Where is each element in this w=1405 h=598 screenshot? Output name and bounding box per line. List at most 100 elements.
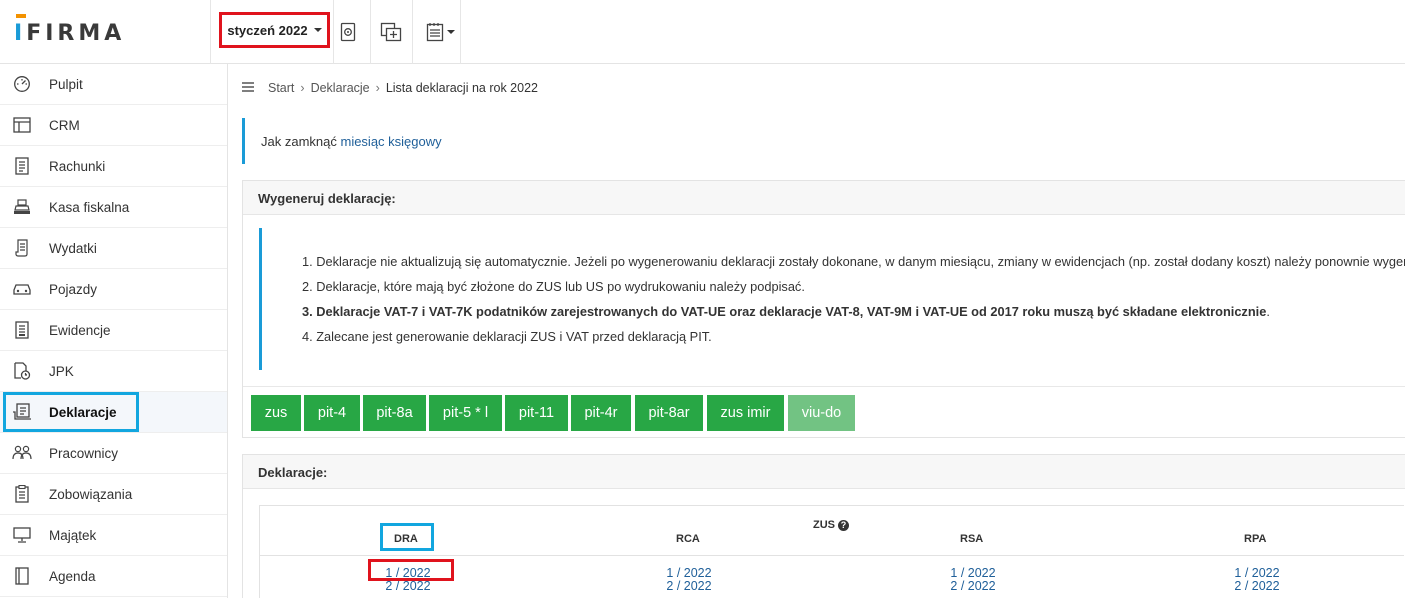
report-dropdown-icon[interactable] (420, 14, 460, 50)
sidebar-item-pulpit[interactable]: Pulpit (0, 64, 227, 105)
logo-mark: I (14, 13, 27, 46)
note-item: 4. Zalecane jest generowanie deklaracji … (302, 329, 712, 344)
app-window: I FIRMA styczeń 2022 Pulpit CRM Rachunki… (0, 0, 1405, 598)
table-divider (260, 555, 1404, 556)
expenses-icon (12, 239, 32, 257)
sidebar-item-label: Pojazdy (49, 282, 98, 297)
note-item: 3. Deklaracje VAT-7 i VAT-7K podatników … (302, 303, 1405, 328)
generate-notes: 1. Deklaracje nie aktualizują się automa… (259, 228, 1405, 370)
chevron-down-icon (313, 28, 322, 32)
info-text-prefix: Jak zamknąć (261, 134, 341, 149)
chevron-right-icon: › (300, 81, 305, 95)
breadcrumb-deklaracje[interactable]: Deklaracje (311, 81, 370, 95)
info-alert: Jak zamknąć miesiąc księgowy (242, 118, 1405, 164)
crm-icon (12, 116, 32, 134)
pit-5-button[interactable]: pit-5 * l (429, 395, 502, 431)
sidebar-item-label: Agenda (49, 569, 96, 584)
viu-do-button[interactable]: viu-do (788, 395, 855, 431)
dashboard-icon (12, 75, 32, 93)
topbar-divider (210, 0, 211, 64)
sidebar-item-rachunki[interactable]: Rachunki (0, 146, 227, 187)
generate-panel: Wygeneruj deklarację: 1. Deklaracje nie … (242, 180, 1405, 438)
sidebar-item-wydatki[interactable]: Wydatki (0, 228, 227, 269)
breadcrumb-current: Lista deklaracji na rok 2022 (385, 81, 538, 95)
records-icon (12, 321, 32, 339)
zus-imir-button[interactable]: zus imir (707, 395, 784, 431)
rsa-2-2022-link[interactable]: 2 / 2022 (913, 579, 1033, 593)
car-icon (12, 280, 32, 298)
breadcrumb-start[interactable]: Start (268, 81, 294, 95)
column-header-rsa: RSA (960, 533, 984, 545)
topbar-divider (412, 0, 413, 64)
sidebar-item-label: Pulpit (49, 77, 83, 92)
sidebar-item-label: CRM (49, 118, 80, 133)
agenda-icon (12, 567, 32, 585)
active-item-highlight (3, 392, 139, 432)
dra-2-2022-link[interactable]: 2 / 2022 (348, 579, 468, 593)
declarations-panel: Deklaracje: ZUS ? DRA RCA RSA RPA 1 / 20… (242, 454, 1405, 598)
top-bar: I FIRMA styczeń 2022 (0, 0, 1405, 64)
pit-4r-button[interactable]: pit-4r (571, 395, 631, 431)
declarations-table: ZUS ? DRA RCA RSA RPA 1 / 2022 1 / 2022 … (259, 505, 1404, 598)
sidebar-item-agenda[interactable]: Agenda (0, 556, 227, 597)
generate-panel-title: Wygeneruj deklarację: (258, 191, 396, 206)
sidebar-item-label: Kasa fiskalna (49, 200, 130, 215)
logo-text: FIRMA (26, 20, 126, 46)
rca-2-2022-link[interactable]: 2 / 2022 (629, 579, 749, 593)
pit-8ar-button[interactable]: pit-8ar (635, 395, 703, 431)
note-item-bold: 3. Deklaracje VAT-7 i VAT-7K podatników … (302, 304, 1267, 319)
sidebar-item-pojazdy[interactable]: Pojazdy (0, 269, 227, 310)
sidebar: Pulpit CRM Rachunki Kasa fiskalna Wydatk… (0, 64, 228, 598)
month-selector-button[interactable]: styczeń 2022 (219, 12, 330, 48)
sidebar-item-label: Ewidencje (49, 323, 111, 338)
dra-1-2022-highlight (368, 559, 454, 581)
zus-group-label: ZUS (813, 519, 835, 531)
add-copy-icon[interactable] (373, 14, 409, 50)
sidebar-item-label: Wydatki (49, 241, 97, 256)
sidebar-item-majatek[interactable]: Majątek (0, 515, 227, 556)
pit-11-button[interactable]: pit-11 (505, 395, 568, 431)
sidebar-item-label: Majątek (49, 528, 97, 543)
rca-1-2022-link[interactable]: 1 / 2022 (629, 566, 749, 580)
menu-toggle-icon[interactable] (242, 81, 254, 95)
note-item-suffix: . (1266, 304, 1270, 319)
info-text: Jak zamknąć miesiąc księgowy (261, 134, 442, 149)
dra-header-highlight (380, 523, 434, 551)
note-item: 2. Deklaracje, które mają być złożone do… (302, 279, 805, 294)
sidebar-item-label: Rachunki (49, 159, 106, 174)
zus-button[interactable]: zus (251, 395, 301, 431)
declaration-buttons: zus pit-4 pit-8a pit-5 * l pit-11 pit-4r… (243, 386, 1405, 440)
rsa-1-2022-link[interactable]: 1 / 2022 (913, 566, 1033, 580)
jpk-icon (12, 362, 32, 380)
breadcrumb: Start › Deklaracje › Lista deklaracji na… (242, 81, 538, 95)
rpa-2-2022-link[interactable]: 2 / 2022 (1197, 579, 1317, 593)
sidebar-item-kasa-fiskalna[interactable]: Kasa fiskalna (0, 187, 227, 228)
accounting-month-link[interactable]: miesiąc księgowy (340, 134, 441, 149)
sidebar-item-crm[interactable]: CRM (0, 105, 227, 146)
rpa-1-2022-link[interactable]: 1 / 2022 (1197, 566, 1317, 580)
declarations-panel-header: Deklaracje: (243, 455, 1405, 489)
column-header-rpa: RPA (1244, 533, 1267, 545)
ifirma-logo[interactable]: I FIRMA (14, 13, 126, 48)
sidebar-item-zobowiazania[interactable]: Zobowiązania (0, 474, 227, 515)
column-header-rca: RCA (676, 533, 700, 545)
employees-icon (12, 444, 32, 462)
sidebar-item-pracownicy[interactable]: Pracownicy (0, 433, 227, 474)
generate-panel-header: Wygeneruj deklarację: (243, 181, 1405, 215)
sidebar-item-ewidencje[interactable]: Ewidencje (0, 310, 227, 351)
cash-register-icon (12, 198, 32, 216)
invoice-icon (12, 157, 32, 175)
chevron-right-icon: › (375, 81, 380, 95)
sidebar-item-label: Pracownicy (49, 446, 119, 461)
topbar-divider (460, 0, 461, 64)
zus-group-header: ZUS ? (813, 519, 849, 531)
chevron-down-icon (446, 30, 455, 34)
question-circle-icon[interactable]: ? (838, 519, 849, 531)
pit-4-button[interactable]: pit-4 (304, 395, 360, 431)
document-settings-icon[interactable] (330, 14, 366, 50)
note-item: 1. Deklaracje nie aktualizują się automa… (302, 254, 1405, 269)
sidebar-item-jpk[interactable]: JPK (0, 351, 227, 392)
sidebar-item-label: Zobowiązania (49, 487, 133, 502)
assets-icon (12, 526, 32, 544)
pit-8a-button[interactable]: pit-8a (363, 395, 426, 431)
